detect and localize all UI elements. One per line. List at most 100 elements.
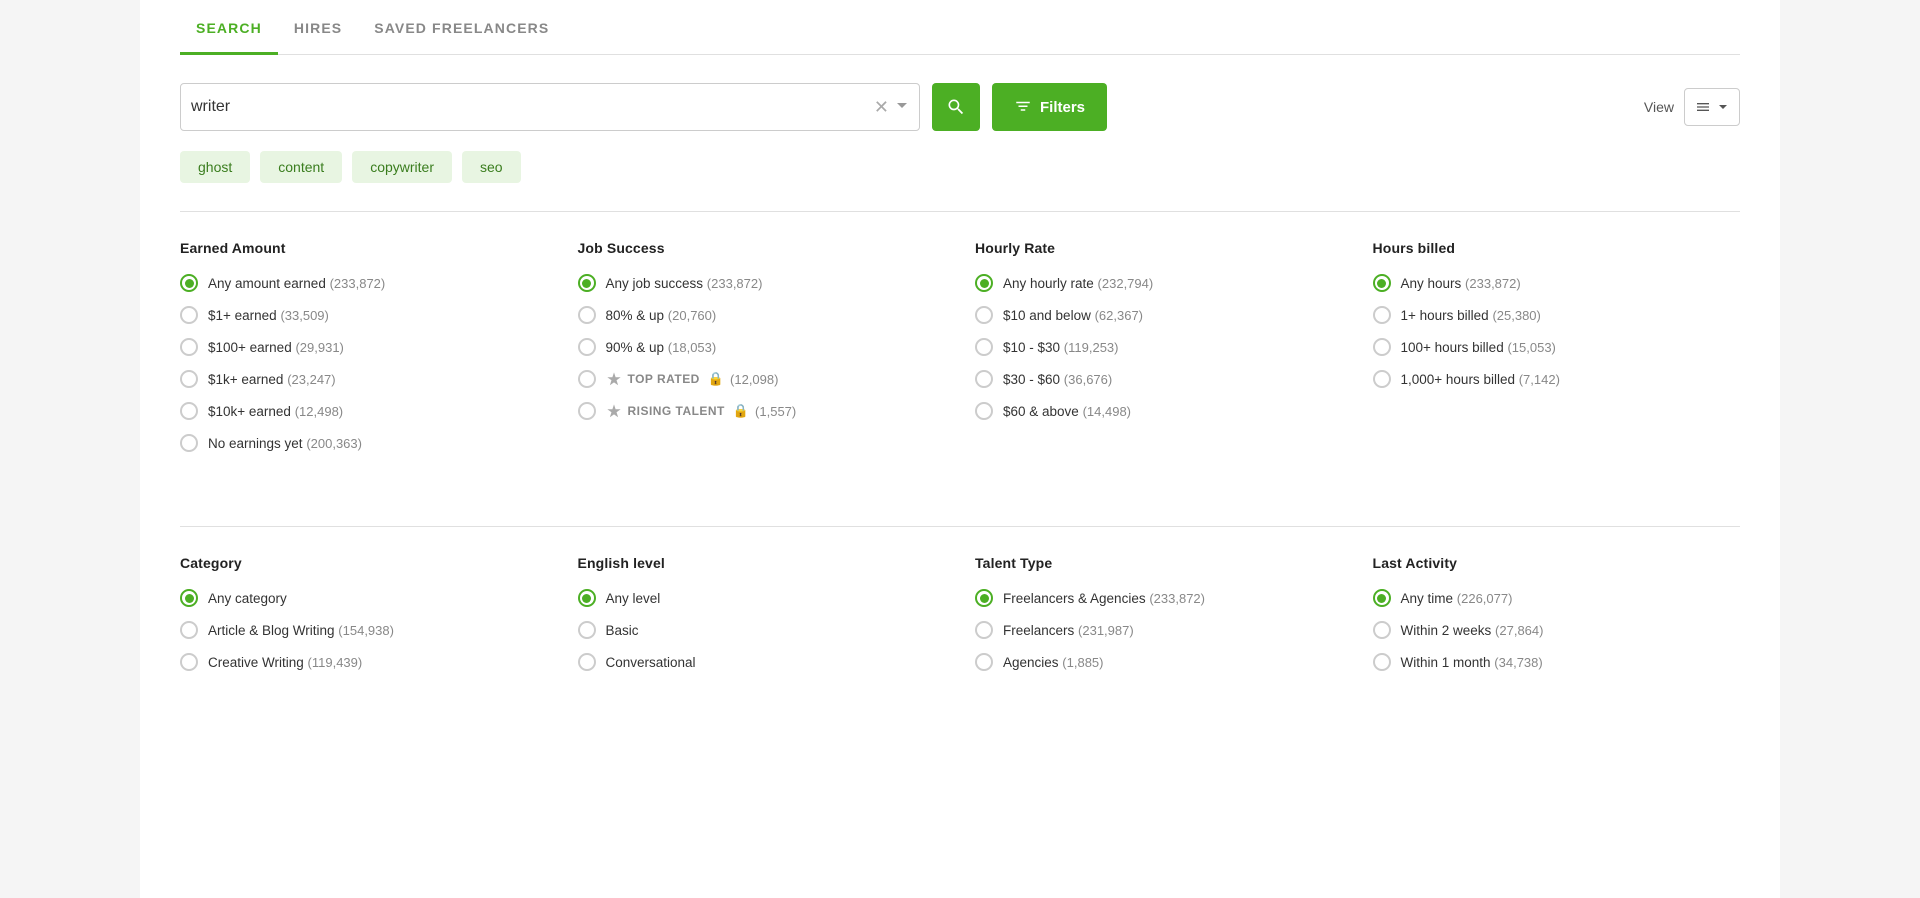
filter-option[interactable]: $10k+ earned (12,498) bbox=[180, 402, 548, 420]
radio-100plus-hours[interactable] bbox=[1373, 338, 1391, 356]
filter-option[interactable]: Conversational bbox=[578, 653, 946, 671]
radio-90up[interactable] bbox=[578, 338, 596, 356]
filter-option[interactable]: $10 and below (62,367) bbox=[975, 306, 1343, 324]
filter-option[interactable]: Any hourly rate (232,794) bbox=[975, 274, 1343, 292]
search-button[interactable] bbox=[932, 83, 980, 131]
radio-60above[interactable] bbox=[975, 402, 993, 420]
filter-option[interactable]: $10 - $30 (119,253) bbox=[975, 338, 1343, 356]
radio-any-job-success[interactable] bbox=[578, 274, 596, 292]
radio-freelancers-only[interactable] bbox=[975, 621, 993, 639]
filter-option[interactable]: Creative Writing (119,439) bbox=[180, 653, 548, 671]
filter-option[interactable]: $1+ earned (33,509) bbox=[180, 306, 548, 324]
lock-icon-top-rated: 🔒 bbox=[708, 371, 724, 387]
radio-any-hourly[interactable] bbox=[975, 274, 993, 292]
radio-any-hours[interactable] bbox=[1373, 274, 1391, 292]
tab-saved-freelancers[interactable]: SAVED FREELANCERS bbox=[358, 0, 565, 55]
radio-top-rated[interactable] bbox=[578, 370, 596, 388]
filter-title-category: Category bbox=[180, 555, 548, 571]
filter-option[interactable]: $1k+ earned (23,247) bbox=[180, 370, 548, 388]
dropdown-chevron-icon[interactable] bbox=[895, 97, 909, 118]
top-rated-badge-icon bbox=[606, 371, 622, 387]
section-divider-2 bbox=[180, 526, 1740, 527]
filter-option[interactable]: Within 2 weeks (27,864) bbox=[1373, 621, 1741, 639]
search-row: ✕ Filters View bbox=[180, 83, 1740, 131]
radio-basic[interactable] bbox=[578, 621, 596, 639]
filter-option[interactable]: Any hours (233,872) bbox=[1373, 274, 1741, 292]
radio-30-60[interactable] bbox=[975, 370, 993, 388]
filter-title-job-success: Job Success bbox=[578, 240, 946, 256]
view-toggle-button[interactable] bbox=[1684, 88, 1740, 126]
radio-any-category[interactable] bbox=[180, 589, 198, 607]
radio-1000plus-hours[interactable] bbox=[1373, 370, 1391, 388]
filter-option[interactable]: RISING TALENT 🔒 (1,557) bbox=[578, 402, 946, 420]
radio-article-blog[interactable] bbox=[180, 621, 198, 639]
main-tabs: SEARCH HIRES SAVED FREELANCERS bbox=[180, 0, 1740, 55]
filter-title-english-level: English level bbox=[578, 555, 946, 571]
filter-option[interactable]: TOP RATED 🔒 (12,098) bbox=[578, 370, 946, 388]
filter-option[interactable]: Basic bbox=[578, 621, 946, 639]
filter-title-hourly-rate: Hourly Rate bbox=[975, 240, 1343, 256]
radio-1kplus[interactable] bbox=[180, 370, 198, 388]
filter-title-earned-amount: Earned Amount bbox=[180, 240, 548, 256]
filter-option[interactable]: 90% & up (18,053) bbox=[578, 338, 946, 356]
radio-rising-talent[interactable] bbox=[578, 402, 596, 420]
radio-within-2-weeks[interactable] bbox=[1373, 621, 1391, 639]
filter-option[interactable]: $100+ earned (29,931) bbox=[180, 338, 548, 356]
radio-10below[interactable] bbox=[975, 306, 993, 324]
view-label: View bbox=[1644, 99, 1674, 115]
filter-option[interactable]: Agencies (1,885) bbox=[975, 653, 1343, 671]
filter-option[interactable]: 80% & up (20,760) bbox=[578, 306, 946, 324]
clear-icon[interactable]: ✕ bbox=[874, 97, 889, 118]
filter-group-english-level: English level Any level Basic Conversati… bbox=[578, 555, 946, 705]
filter-option[interactable]: No earnings yet (200,363) bbox=[180, 434, 548, 452]
filter-group-hours-billed: Hours billed Any hours (233,872) 1+ hour… bbox=[1373, 240, 1741, 486]
filter-option[interactable]: 100+ hours billed (15,053) bbox=[1373, 338, 1741, 356]
filters-label: Filters bbox=[1040, 99, 1085, 116]
view-control: View bbox=[1644, 88, 1740, 126]
chip-copywriter[interactable]: copywriter bbox=[352, 151, 452, 183]
filter-option[interactable]: Any level bbox=[578, 589, 946, 607]
search-input[interactable] bbox=[191, 98, 874, 116]
radio-10kplus[interactable] bbox=[180, 402, 198, 420]
filter-option[interactable]: 1,000+ hours billed (7,142) bbox=[1373, 370, 1741, 388]
filter-option[interactable]: 1+ hours billed (25,380) bbox=[1373, 306, 1741, 324]
filter-option[interactable]: Freelancers (231,987) bbox=[975, 621, 1343, 639]
chip-content[interactable]: content bbox=[260, 151, 342, 183]
radio-agencies-only[interactable] bbox=[975, 653, 993, 671]
radio-creative-writing[interactable] bbox=[180, 653, 198, 671]
rising-talent-badge-icon bbox=[606, 403, 622, 419]
filter-option[interactable]: Any category bbox=[180, 589, 548, 607]
filter-option[interactable]: Article & Blog Writing (154,938) bbox=[180, 621, 548, 639]
filter-option[interactable]: Any job success (233,872) bbox=[578, 274, 946, 292]
filter-option[interactable]: Freelancers & Agencies (233,872) bbox=[975, 589, 1343, 607]
radio-conversational[interactable] bbox=[578, 653, 596, 671]
tab-hires[interactable]: HIRES bbox=[278, 0, 358, 55]
radio-freelancers-agencies[interactable] bbox=[975, 589, 993, 607]
filter-group-talent-type: Talent Type Freelancers & Agencies (233,… bbox=[975, 555, 1343, 705]
chip-ghost[interactable]: ghost bbox=[180, 151, 250, 183]
tab-search[interactable]: SEARCH bbox=[180, 0, 278, 55]
radio-1plus[interactable] bbox=[180, 306, 198, 324]
chip-seo[interactable]: seo bbox=[462, 151, 521, 183]
radio-any-time[interactable] bbox=[1373, 589, 1391, 607]
radio-100plus[interactable] bbox=[180, 338, 198, 356]
filter-option[interactable]: Within 1 month (34,738) bbox=[1373, 653, 1741, 671]
filter-option[interactable]: Any time (226,077) bbox=[1373, 589, 1741, 607]
filter-group-category: Category Any category Article & Blog Wri… bbox=[180, 555, 548, 705]
radio-no-earnings[interactable] bbox=[180, 434, 198, 452]
radio-any-level[interactable] bbox=[578, 589, 596, 607]
radio-80up[interactable] bbox=[578, 306, 596, 324]
filter-option[interactable]: $30 - $60 (36,676) bbox=[975, 370, 1343, 388]
filter-title-hours-billed: Hours billed bbox=[1373, 240, 1741, 256]
radio-any-earned[interactable] bbox=[180, 274, 198, 292]
filter-option[interactable]: $60 & above (14,498) bbox=[975, 402, 1343, 420]
section-divider bbox=[180, 211, 1740, 212]
filter-group-last-activity: Last Activity Any time (226,077) Within … bbox=[1373, 555, 1741, 705]
filter-title-talent-type: Talent Type bbox=[975, 555, 1343, 571]
radio-10-30[interactable] bbox=[975, 338, 993, 356]
filter-option[interactable]: Any amount earned (233,872) bbox=[180, 274, 548, 292]
filters-button[interactable]: Filters bbox=[992, 83, 1107, 131]
lock-icon-rising-talent: 🔒 bbox=[733, 403, 749, 419]
radio-1plus-hours[interactable] bbox=[1373, 306, 1391, 324]
radio-within-1-month[interactable] bbox=[1373, 653, 1391, 671]
